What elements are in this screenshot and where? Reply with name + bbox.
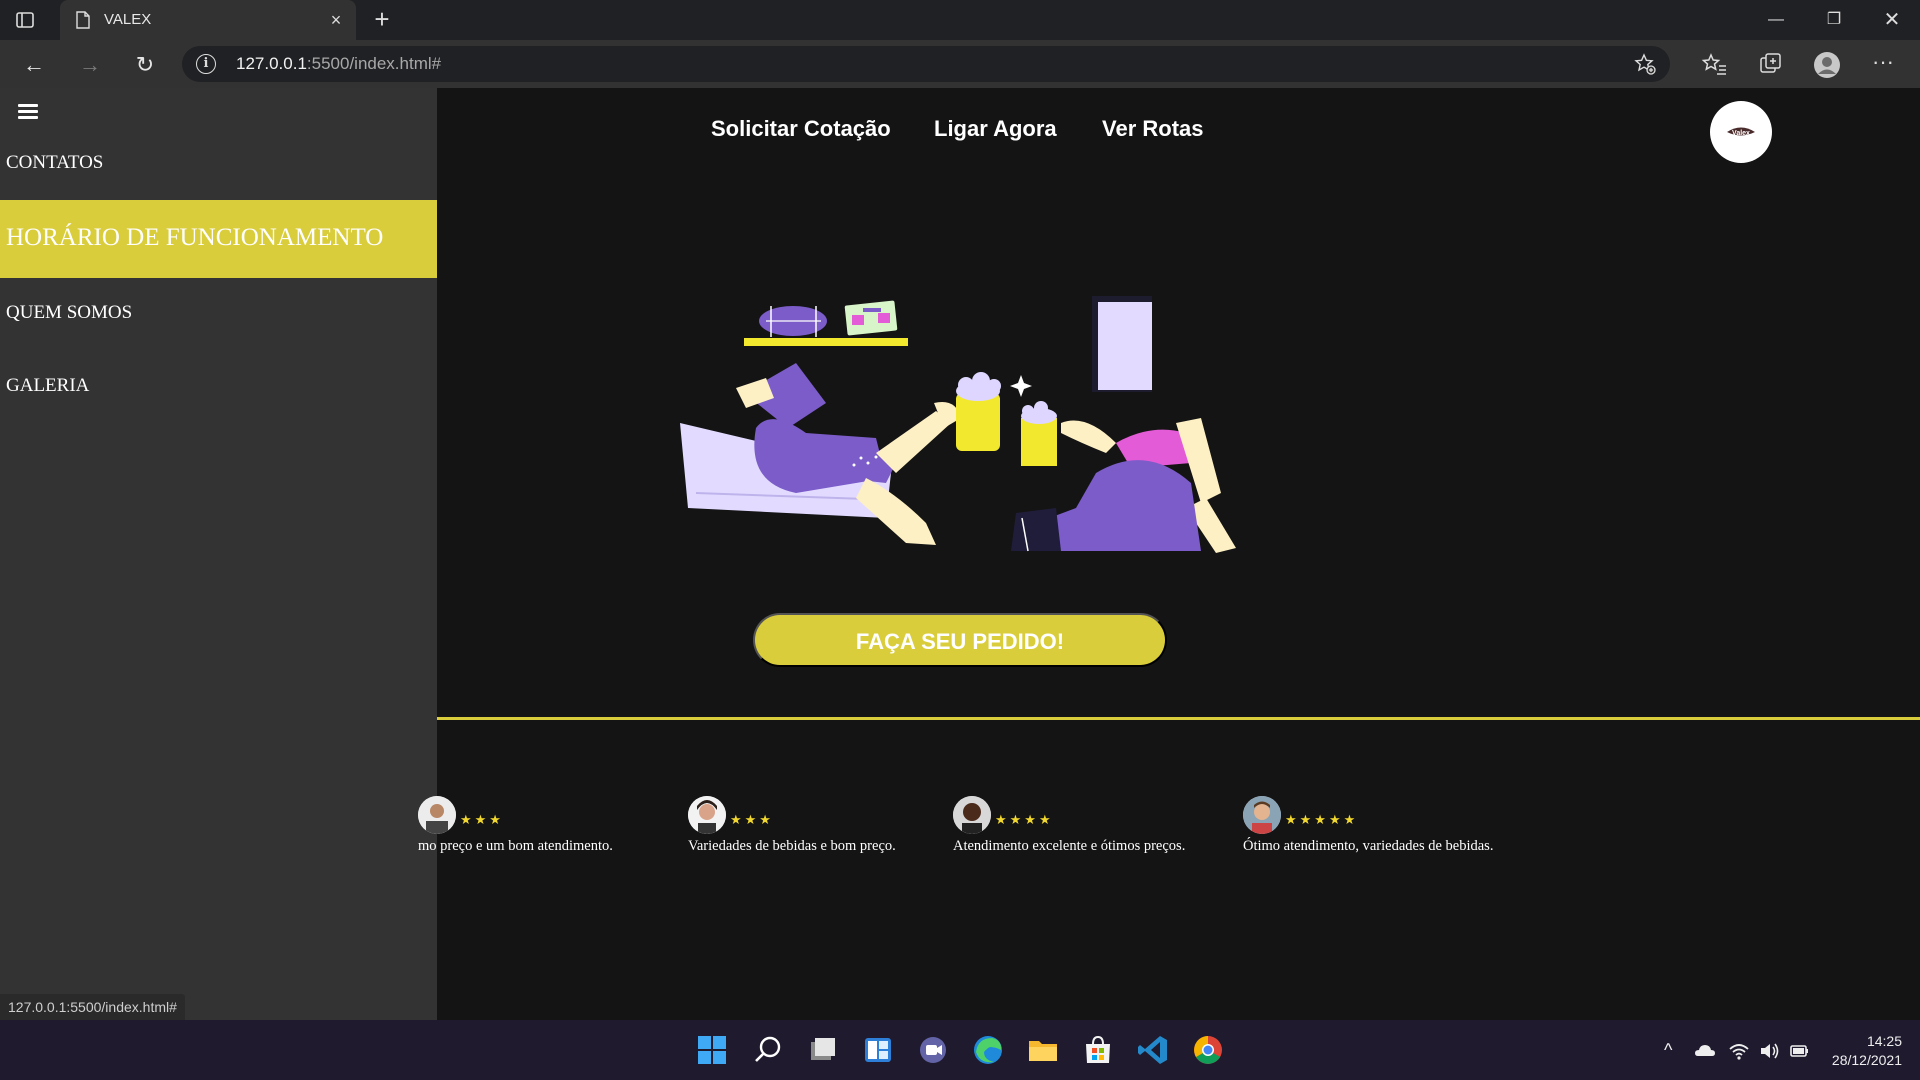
sidebar-menu: CONTATOS HORÁRIO DE FUNCIONAMENTO QUEM S…: [0, 88, 437, 1020]
sidebar-item-label: QUEM SOMOS: [6, 302, 133, 323]
clock-time: 14:25: [1866, 1033, 1902, 1049]
new-tab-button[interactable]: +: [368, 6, 396, 34]
logo-text: Valex: [1732, 130, 1750, 137]
address-bar[interactable]: i 127.0.0.1:5500/index.html#: [182, 46, 1670, 82]
web-page: CONTATOS HORÁRIO DE FUNCIONAMENTO QUEM S…: [0, 88, 1920, 1020]
browser-title-bar: VALEX × + — ❐ ✕: [0, 0, 1920, 40]
hamburger-menu-icon[interactable]: [18, 104, 38, 122]
status-bar-url: 127.0.0.1:5500/index.html#: [0, 994, 185, 1020]
browser-tab[interactable]: VALEX ×: [60, 0, 356, 40]
close-window-button[interactable]: ✕: [1872, 6, 1912, 34]
valex-logo[interactable]: Valex: [1710, 101, 1772, 163]
review-text: Atendimento excelente e ótimos preços.: [953, 838, 1186, 854]
forward-button[interactable]: →: [75, 50, 105, 80]
url-text[interactable]: 127.0.0.1:5500/index.html#: [236, 54, 441, 74]
sidebar-item-contatos[interactable]: CONTATOS: [0, 148, 437, 194]
restore-button[interactable]: ❐: [1814, 6, 1854, 34]
order-now-button[interactable]: FAÇA SEU PEDIDO!: [753, 613, 1167, 667]
url-host: 127.0.0.1: [236, 54, 307, 73]
chrome-icon[interactable]: [1188, 1030, 1228, 1070]
tab-actions-icon[interactable]: [14, 9, 36, 31]
widgets-icon[interactable]: [858, 1030, 898, 1070]
onedrive-cloud-icon[interactable]: [1694, 1040, 1716, 1062]
tab-title: VALEX: [104, 11, 152, 28]
review-card: ★★★ Variedades de bebidas e bom preço.: [688, 796, 928, 856]
file-explorer-icon[interactable]: [1023, 1030, 1063, 1070]
review-card: ★★★ mo preço e um bom atendimento.: [418, 796, 658, 856]
url-path: :5500/index.html#: [306, 54, 442, 73]
browser-toolbar: ← → ↻ i 127.0.0.1:5500/index.html# ···: [0, 40, 1920, 88]
microsoft-store-icon[interactable]: [1078, 1030, 1118, 1070]
section-divider: [437, 717, 1920, 720]
profile-avatar-icon[interactable]: [1812, 50, 1842, 80]
system-clock[interactable]: 14:25 28/12/2021: [1832, 1032, 1902, 1070]
sidebar-item-label: GALERIA: [6, 375, 90, 396]
nav-link-solicitar-cotacao[interactable]: Solicitar Cotação: [711, 116, 891, 142]
page-icon: [76, 11, 90, 29]
sidebar-item-horario[interactable]: HORÁRIO DE FUNCIONAMENTO: [0, 200, 437, 278]
reviewer-avatar: [953, 796, 991, 834]
rating-stars: ★★★★★: [1285, 812, 1359, 827]
sidebar-item-label: HORÁRIO DE FUNCIONAMENTO: [6, 224, 384, 251]
vscode-icon[interactable]: [1133, 1030, 1173, 1070]
back-button[interactable]: ←: [19, 50, 49, 80]
review-text: mo preço e um bom atendimento.: [418, 838, 613, 854]
sidebar-item-quem-somos[interactable]: QUEM SOMOS: [0, 300, 437, 346]
task-view-icon[interactable]: [803, 1030, 843, 1070]
teams-chat-icon[interactable]: [913, 1030, 953, 1070]
windows-taskbar: ^ 14:25 28/12/2021: [0, 1020, 1920, 1080]
reviewer-avatar: [688, 796, 726, 834]
close-tab-icon[interactable]: ×: [326, 10, 346, 30]
clock-date: 28/12/2021: [1831, 1052, 1902, 1068]
nav-link-ver-rotas[interactable]: Ver Rotas: [1102, 116, 1204, 142]
review-card: ★★★★ Atendimento excelente e ótimos preç…: [953, 796, 1213, 856]
sidebar-item-galeria[interactable]: GALERIA: [0, 372, 437, 418]
wifi-icon[interactable]: [1728, 1040, 1750, 1062]
logo-mark-icon: Valex: [1727, 127, 1755, 137]
review-card: ★★★★★ Ótimo atendimento, variedades de b…: [1243, 796, 1533, 856]
review-text: Variedades de bebidas e bom preço.: [688, 838, 896, 854]
rating-stars: ★★★★: [995, 812, 1054, 827]
people-toasting-illustration: [680, 296, 1236, 553]
review-text: Ótimo atendimento, variedades de bebidas…: [1243, 838, 1494, 854]
volume-icon[interactable]: [1758, 1040, 1780, 1062]
reviewer-avatar: [418, 796, 456, 834]
reviewer-avatar: [1243, 796, 1281, 834]
sidebar-item-label: CONTATOS: [6, 152, 104, 173]
search-icon[interactable]: [748, 1030, 788, 1070]
minimize-button[interactable]: —: [1756, 6, 1796, 34]
refresh-button[interactable]: ↻: [130, 50, 160, 80]
nav-link-ligar-agora[interactable]: Ligar Agora: [934, 116, 1057, 142]
rating-stars: ★★★: [730, 812, 774, 827]
rating-stars: ★★★: [460, 812, 504, 827]
favorites-icon[interactable]: [1700, 50, 1730, 80]
site-info-icon[interactable]: i: [196, 54, 216, 74]
windows-start-icon[interactable]: [692, 1030, 732, 1070]
battery-icon[interactable]: [1788, 1040, 1810, 1062]
edge-browser-icon[interactable]: [968, 1030, 1008, 1070]
settings-more-icon[interactable]: ···: [1868, 50, 1898, 80]
collections-icon[interactable]: [1756, 50, 1786, 80]
show-hidden-icons-icon[interactable]: ^: [1664, 1040, 1686, 1062]
add-favorite-icon[interactable]: [1634, 53, 1656, 75]
